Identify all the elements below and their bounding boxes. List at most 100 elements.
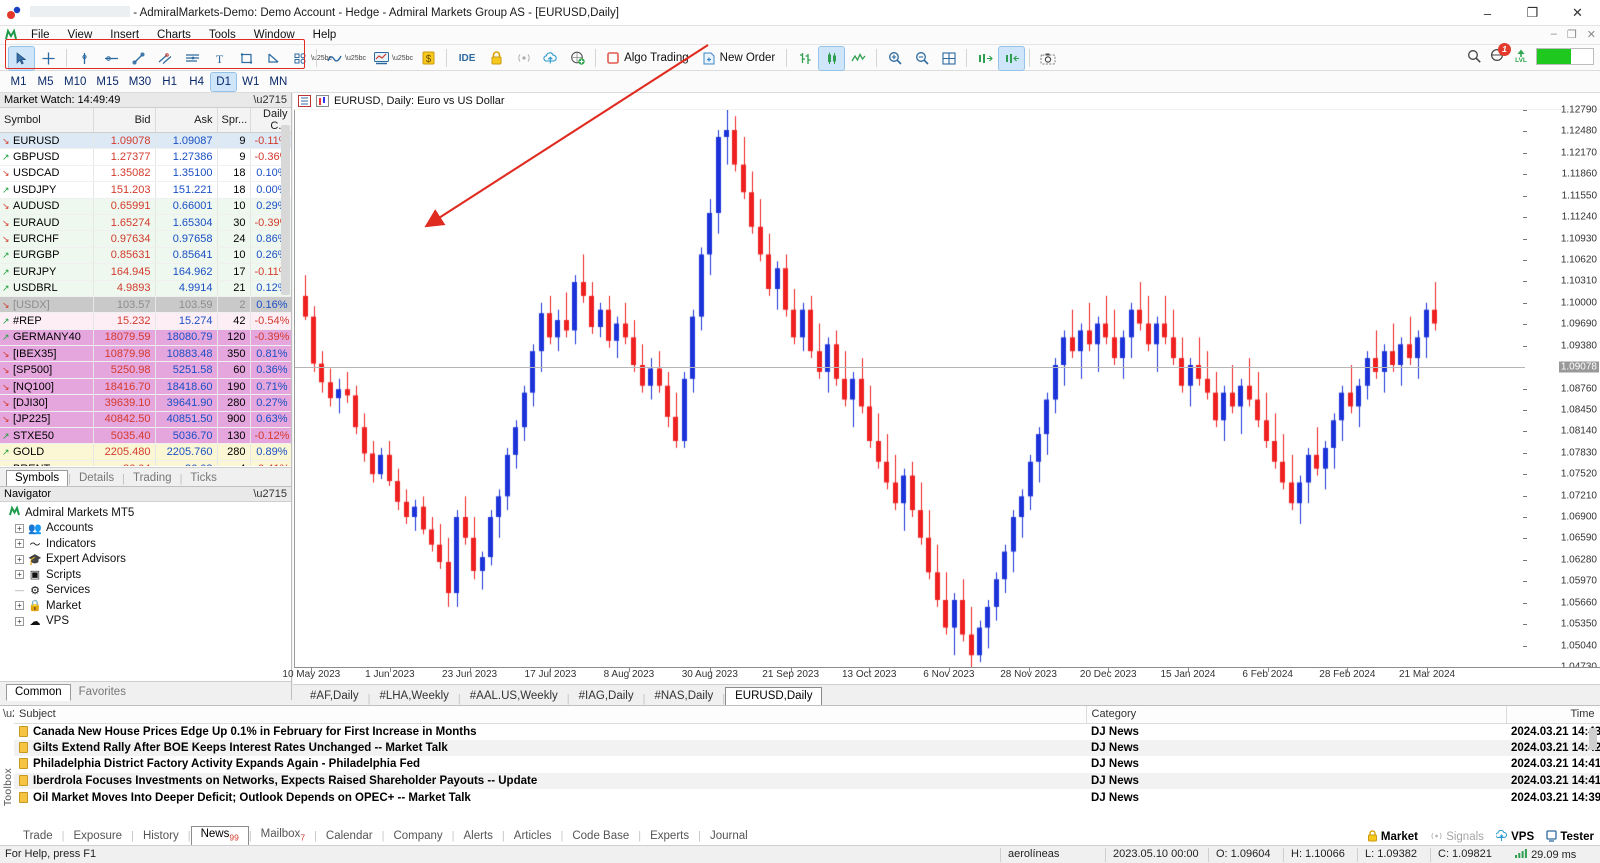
- menu-insert[interactable]: Insert: [101, 26, 148, 45]
- lvl-icon[interactable]: LVL: [1515, 49, 1527, 64]
- list-item[interactable]: Philadelphia District Factory Activity E…: [14, 756, 1600, 773]
- mdi-restore-button[interactable]: ❐: [1567, 28, 1577, 41]
- notifications-button[interactable]: 1: [1490, 43, 1511, 65]
- toolbox-tab-calendar[interactable]: Calendar: [317, 829, 382, 845]
- toolbox-tab-trade[interactable]: Trade: [14, 829, 62, 845]
- expand-icon[interactable]: +: [15, 554, 24, 564]
- expand-icon[interactable]: +: [15, 616, 24, 626]
- table-row[interactable]: ↘ [JP225] 40842.50 40851.50 900 0.63%: [0, 411, 291, 429]
- toolbox-tab-journal[interactable]: Journal: [701, 829, 757, 845]
- mw-tab-details[interactable]: Details: [71, 471, 122, 486]
- search-icon[interactable]: [1467, 49, 1481, 63]
- toolbox-signals-link[interactable]: Signals: [1430, 831, 1484, 843]
- mw-tab-symbols[interactable]: Symbols: [6, 470, 69, 487]
- toolbox-tab-exposure[interactable]: Exposure: [64, 829, 131, 845]
- list-item[interactable]: Oil Market Moves Into Deeper Deficit; Ou…: [14, 789, 1600, 806]
- line-chart-icon[interactable]: [322, 47, 347, 70]
- navigator-item-services[interactable]: — ⚙ Services: [4, 583, 291, 599]
- window-minimize-button[interactable]: –: [1465, 0, 1510, 26]
- timeframe-d1[interactable]: D1: [210, 71, 238, 92]
- navigator-item-accounts[interactable]: + 👥 Accounts: [4, 521, 291, 537]
- menu-window[interactable]: Window: [245, 26, 304, 45]
- auto-scroll-icon[interactable]: [998, 45, 1026, 71]
- news-col-subject[interactable]: Subject: [14, 706, 1087, 724]
- menu-file[interactable]: File: [22, 26, 59, 45]
- chart-plot-area[interactable]: 1.12790 1.12480 1.12170 1.11860 1.11550 1.112…: [294, 105, 1600, 673]
- screenshot-icon[interactable]: [1035, 47, 1060, 70]
- col-spread[interactable]: Spr...: [217, 108, 251, 133]
- menu-help[interactable]: Help: [304, 26, 346, 45]
- expand-icon[interactable]: +: [15, 539, 24, 549]
- market-watch-close-icon[interactable]: \u2715: [253, 93, 287, 108]
- timeframe-m5[interactable]: M5: [33, 73, 58, 91]
- vertical-line-tool-icon[interactable]: [72, 47, 97, 70]
- toolbox-tester-link[interactable]: Tester: [1546, 830, 1594, 843]
- chart-tab-iag[interactable]: #IAG,Daily: [570, 688, 643, 705]
- menu-view[interactable]: View: [59, 26, 102, 45]
- table-row[interactable]: ↗ #REP 15.232 15.274 42 -0.54%: [0, 312, 291, 330]
- table-row[interactable]: ↘ EURAUD 1.65274 1.65304 30 -0.39%: [0, 214, 291, 232]
- crosshair-tool-icon[interactable]: [36, 47, 61, 70]
- list-item[interactable]: Iberdrola Focuses Investments on Network…: [14, 772, 1600, 790]
- mdi-minimize-button[interactable]: –: [1551, 28, 1557, 41]
- chart-type-caret-icon[interactable]: \u25bc: [345, 55, 366, 62]
- table-row[interactable]: ↘ EURCHF 0.97634 0.97658 24 0.86%: [0, 230, 291, 248]
- toolbox-tab-news[interactable]: News99: [190, 825, 249, 846]
- table-row[interactable]: ↘ [DJI30] 39639.10 39641.90 280 0.27%: [0, 394, 291, 412]
- timeframe-h1[interactable]: H1: [157, 73, 182, 91]
- toolbox-market-link[interactable]: Market: [1367, 830, 1418, 843]
- timeframe-m15[interactable]: M15: [92, 73, 122, 91]
- window-maximize-button[interactable]: ❐: [1510, 0, 1555, 26]
- market-watch-scrollbar[interactable]: [281, 125, 290, 295]
- rectangle-tool-icon[interactable]: [234, 47, 259, 70]
- navigator-item-market[interactable]: + 🔒 Market: [4, 598, 291, 614]
- algo-trading-button[interactable]: Algo Trading: [600, 48, 696, 69]
- news-scrollbar[interactable]: [1589, 728, 1597, 750]
- table-row[interactable]: ↘ USDCAD 1.35082 1.35100 18 0.10%: [0, 165, 291, 183]
- table-row[interactable]: ↘ AUDUSD 0.65991 0.66001 10 0.29%: [0, 198, 291, 215]
- cursor-tool-icon[interactable]: [8, 45, 35, 71]
- chart-type-mini-icon[interactable]: [316, 95, 329, 107]
- toolbox-vps-link[interactable]: VPS: [1495, 829, 1534, 843]
- list-item[interactable]: Canada New House Prices Edge Up 0.1% in …: [14, 723, 1600, 740]
- navigator-item-indicators[interactable]: + 〜 Indicators: [4, 536, 291, 552]
- candlestick-icon[interactable]: [818, 45, 846, 71]
- col-symbol[interactable]: Symbol: [0, 108, 94, 133]
- market-watch-grid[interactable]: Symbol Bid Ask Spr... Daily C... ↘ EURUSD…: [0, 108, 291, 466]
- line-mode-icon[interactable]: [846, 47, 871, 70]
- ide-button[interactable]: IDE: [452, 47, 482, 70]
- vps-add-icon[interactable]: [565, 47, 590, 70]
- menu-tools[interactable]: Tools: [200, 26, 245, 45]
- new-order-button[interactable]: New Order: [696, 48, 783, 69]
- indicators-caret-icon[interactable]: \u25bc: [392, 55, 413, 62]
- timeframe-m30[interactable]: M30: [125, 73, 155, 91]
- table-row[interactable]: ↗ GERMANY40 18079.59 18080.79 120 -0.39%: [0, 329, 291, 347]
- navigator-root[interactable]: Admiral Markets MT5: [4, 505, 291, 521]
- mw-tab-ticks[interactable]: Ticks: [182, 471, 224, 486]
- navigator-item-vps[interactable]: + ☁ VPS: [4, 614, 291, 630]
- navigator-item-expert-advisors[interactable]: + 🎓 Expert Advisors: [4, 552, 291, 568]
- col-ask[interactable]: Ask: [155, 108, 218, 133]
- table-row[interactable]: ↗ USDBRL 4.9893 4.9914 21 0.12%: [0, 280, 291, 297]
- chart-data-window-icon[interactable]: [298, 95, 311, 107]
- toolbox-tab-code-base[interactable]: Code Base: [563, 829, 638, 845]
- expand-icon[interactable]: +: [15, 570, 24, 580]
- time-axis[interactable]: 10 May 2023 1 Jun 2023 23 Jun 2023 17 Jul 2…: [282, 667, 1600, 684]
- zoom-out-icon[interactable]: [909, 47, 934, 70]
- mdi-close-button[interactable]: ✕: [1587, 28, 1596, 41]
- toolbox-tab-articles[interactable]: Articles: [505, 829, 561, 845]
- navigator-item-scripts[interactable]: + ▣ Scripts: [4, 567, 291, 583]
- indicators-icon[interactable]: [369, 47, 394, 70]
- window-close-button[interactable]: ✕: [1555, 0, 1600, 26]
- chart-tab-lha[interactable]: #LHA,Weekly: [370, 688, 457, 705]
- toolbox-tab-alerts[interactable]: Alerts: [455, 829, 502, 845]
- shift-end-icon[interactable]: [972, 47, 997, 70]
- table-row[interactable]: ↗BRENT86.0486.084-0.41%: [0, 460, 291, 466]
- market-lock-icon[interactable]: [484, 47, 509, 70]
- table-row[interactable]: ↗ GOLD 2205.480 2205.760 280 0.89%: [0, 443, 291, 461]
- menu-charts[interactable]: Charts: [148, 26, 200, 45]
- col-bid[interactable]: Bid: [93, 108, 156, 133]
- nav-tab-common[interactable]: Common: [6, 684, 71, 701]
- toolbox-tab-history[interactable]: History: [134, 829, 188, 845]
- table-row[interactable]: ↘ [NQ100] 18416.70 18418.60 190 0.71%: [0, 378, 291, 396]
